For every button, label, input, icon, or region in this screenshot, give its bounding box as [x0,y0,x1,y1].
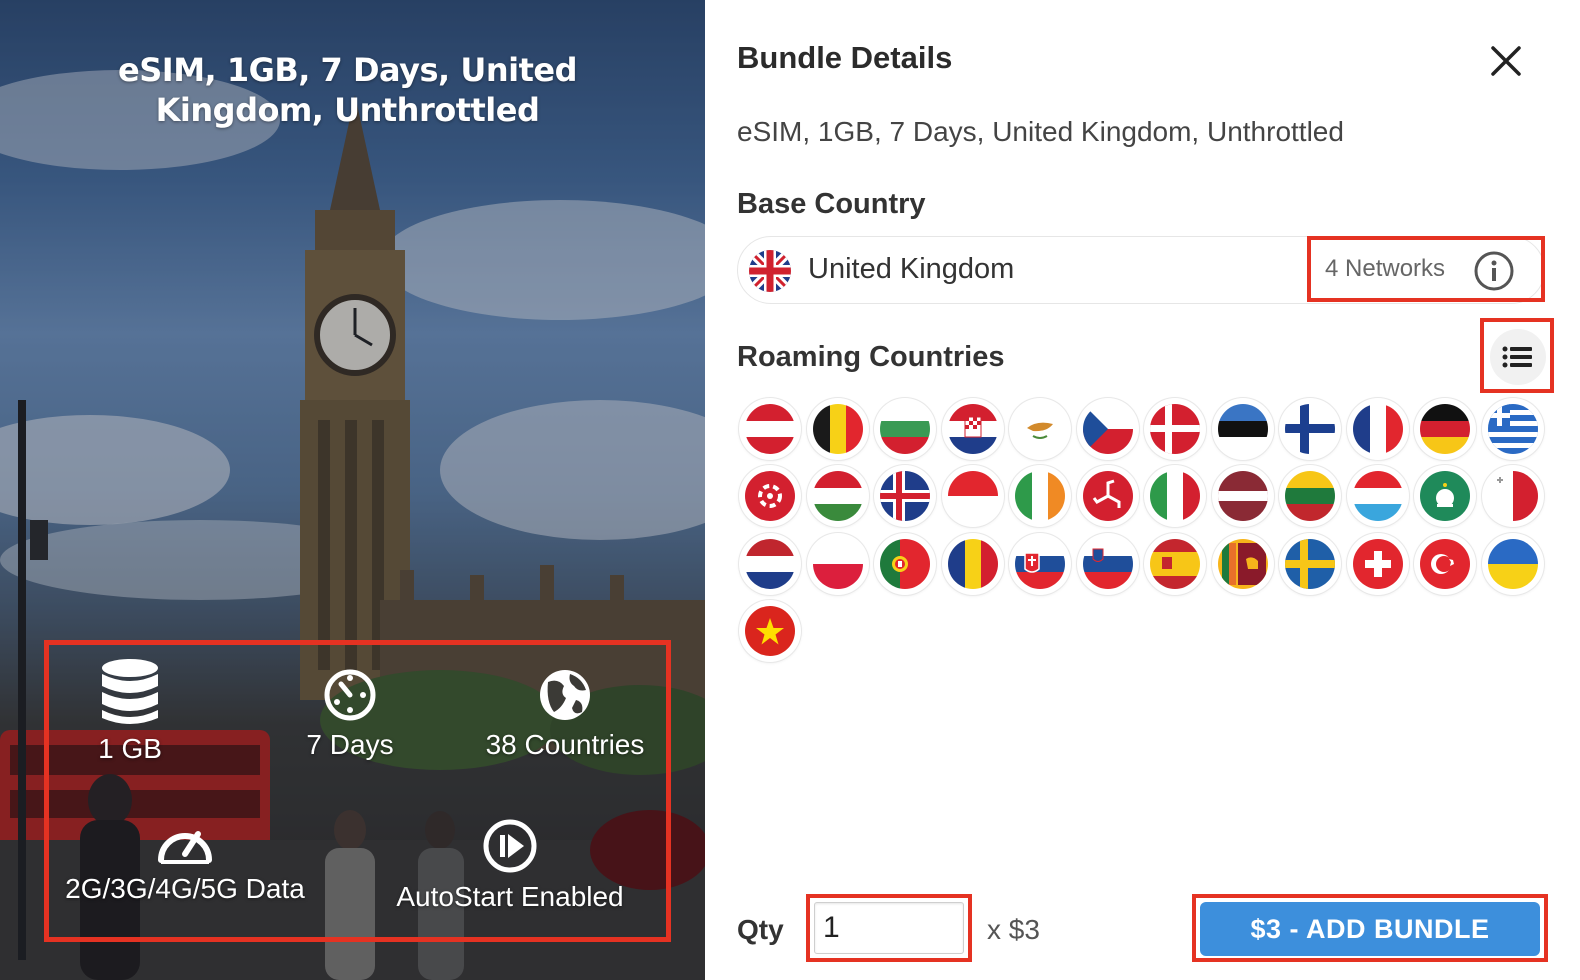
feature-network-label: 2G/3G/4G/5G Data [65,873,305,904]
feature-data: 1 GB [50,658,210,766]
flag-sri-lanka-icon [1212,533,1274,595]
flag-denmark-icon [1144,398,1206,460]
flag-turkey-icon [1414,533,1476,595]
bundle-name: eSIM, 1GB, 7 Days, United Kingdom, Unthr… [737,116,1344,147]
flag-switzerland-icon [1347,533,1409,595]
flag-belgium-icon [807,398,869,460]
flag-iceland-icon [874,465,936,527]
bundle-details-panel: Bundle Details eSIM, 1GB, 7 Days, United… [705,0,1580,980]
flag-macau-icon [1414,465,1476,527]
flag-italy-icon [1144,465,1206,527]
flag-poland-icon [807,533,869,595]
hero-title: eSIM, 1GB, 7 Days, United Kingdom, Unthr… [118,51,577,129]
bundle-hero-image: eSIM, 1GB, 7 Days, United Kingdom, Unthr… [0,0,705,980]
flag-ukraine-icon [1482,533,1544,595]
flag-malta-icon [1482,465,1544,527]
feature-days: 7 Days [270,668,430,762]
flag-lithuania-icon [1279,465,1341,527]
add-bundle-button[interactable]: $3 - ADD BUNDLE [1200,902,1540,956]
globe-icon [540,670,590,720]
feature-days-label: 7 Days [306,729,394,760]
roaming-countries-heading: Roaming Countries [737,341,1005,373]
timer-icon [324,669,376,721]
close-button[interactable] [1485,40,1527,82]
flag-croatia-icon [942,398,1004,460]
base-country-name: United Kingdom [808,253,1015,285]
feature-network: 2G/3G/4G/5G Data [50,818,320,906]
feature-autostart-label: AutoStart Enabled [396,881,624,912]
flag-netherlands-icon [739,533,801,595]
feature-autostart: AutoStart Enabled [370,818,650,914]
flag-latvia-icon [1212,465,1274,527]
flag-slovenia-icon [1077,533,1139,595]
flag-estonia-icon [1212,398,1274,460]
flag-czech-republic-icon [1077,398,1139,460]
quantity-input[interactable] [814,902,964,954]
flag-sweden-icon [1279,533,1341,595]
qty-label: Qty [737,914,784,945]
networks-info-button[interactable]: 4 Networks [1307,236,1545,302]
qty-highlight [806,894,972,962]
speedometer-icon [158,831,212,864]
flag-slovakia-icon [1009,533,1071,595]
flag-germany-icon [1414,398,1476,460]
flag-bulgaria-icon [874,398,936,460]
flag-ireland-icon [1009,465,1071,527]
list-view-button[interactable] [1480,318,1554,393]
feature-countries: 38 Countries [460,668,670,762]
flag-luxembourg-icon [1347,465,1409,527]
flag-greece-icon [1482,398,1544,460]
flag-cyprus-icon [1009,398,1071,460]
list-button-bg [1490,329,1546,385]
networks-count: 4 Networks [1325,255,1446,282]
flag-austria-icon [739,398,801,460]
flag-united-kingdom-icon [749,250,791,292]
panel-title: Bundle Details [737,40,953,75]
flag-portugal-icon [874,533,936,595]
add-bundle-highlight: $3 - ADD BUNDLE [1192,894,1548,962]
flag-finland-icon [1279,398,1341,460]
unit-price: x $3 [987,914,1040,945]
flag-spain-icon [1144,533,1206,595]
database-icon [102,659,158,724]
flag-indonesia-icon [942,465,1004,527]
play-icon [483,819,537,873]
close-icon [1491,46,1521,76]
base-country-heading: Base Country [737,188,926,220]
flag-hungary-icon [807,465,869,527]
list-icon [1502,346,1532,368]
feature-data-label: 1 GB [98,733,162,764]
info-icon [1474,251,1514,291]
flag-romania-icon [942,533,1004,595]
flag-france-icon [1347,398,1409,460]
feature-countries-label: 38 Countries [485,729,645,760]
flag-hong-kong-icon [739,465,801,527]
flag-vietnam-icon [739,600,801,662]
flag-isle-of-man-icon [1077,465,1139,527]
